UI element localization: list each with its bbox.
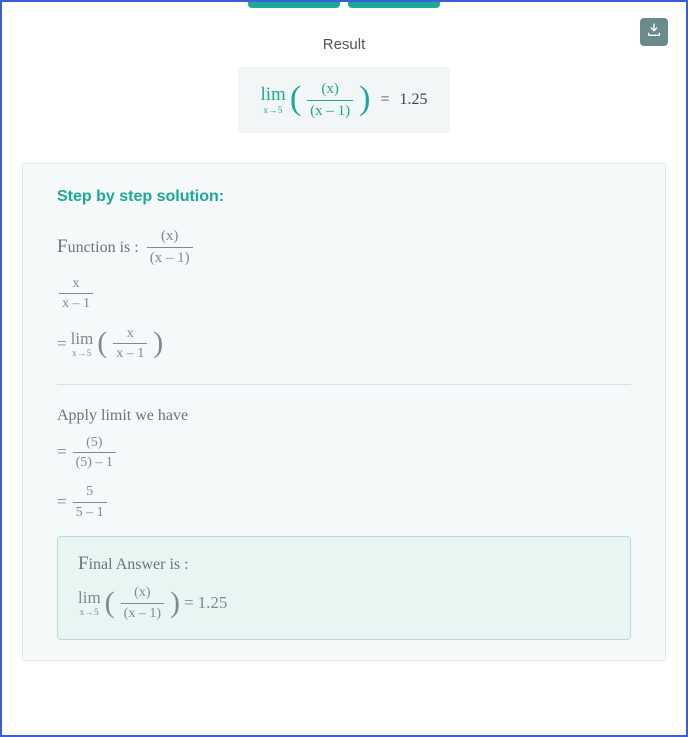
frac-numerator: (x) xyxy=(131,585,153,602)
lim-label: lim xyxy=(71,330,94,347)
paren-close: ) xyxy=(359,87,370,111)
download-button[interactable] xyxy=(640,18,668,46)
result-section: Result lim x→5 ( (x) (x – 1) ) = 1.25 xyxy=(14,36,674,133)
frac-numerator: (x) xyxy=(158,228,182,247)
paren-close: ) xyxy=(170,592,180,613)
lim-subscript: x→5 xyxy=(72,349,92,358)
frac-denominator: x – 1 xyxy=(113,343,147,361)
function-fraction: (x) (x – 1) xyxy=(147,228,193,266)
frac-numerator: (x) xyxy=(318,81,342,100)
result-value: 1.25 xyxy=(400,91,428,109)
step-substitute-5: = (5) (5) – 1 xyxy=(57,435,631,471)
step-simplify: = 5 5 – 1 xyxy=(57,484,631,520)
final-title-rest: inal Answer is : xyxy=(89,556,189,573)
frac-numerator: (5) xyxy=(83,435,105,452)
lim-block: lim x→5 xyxy=(260,85,285,115)
function-label: Function is : xyxy=(57,236,139,258)
frac-numerator: x xyxy=(70,276,83,293)
dropcap-f: F xyxy=(57,236,68,257)
fraction: 5 5 – 1 xyxy=(73,484,107,520)
apply-limit-text: Apply limit we have xyxy=(57,407,631,425)
final-value: 1.25 xyxy=(198,593,228,613)
final-expression: lim x→5 ( (x) (x – 1) ) = 1.25 xyxy=(78,585,610,621)
equals-sign: = xyxy=(184,593,194,613)
equals-sign: = xyxy=(57,334,67,354)
steps-panel: Step by step solution: Function is : (x)… xyxy=(22,163,666,661)
frac-denominator: 5 – 1 xyxy=(73,502,107,520)
fraction: x x – 1 xyxy=(113,326,147,362)
step-limit-expression: = lim x→5 ( x x – 1 ) xyxy=(57,326,631,362)
result-box: lim x→5 ( (x) (x – 1) ) = 1.25 xyxy=(238,67,449,133)
paren-open: ( xyxy=(97,332,107,353)
lim-subscript: x→5 xyxy=(80,608,100,617)
paren-close: ) xyxy=(153,332,163,353)
frac-denominator: x – 1 xyxy=(59,293,93,311)
page-frame: Result lim x→5 ( (x) (x – 1) ) = 1.25 St… xyxy=(0,0,688,737)
paren-open: ( xyxy=(105,592,115,613)
download-icon xyxy=(646,22,662,43)
equals-sign: = xyxy=(380,91,389,109)
lim-label: lim xyxy=(260,85,285,104)
fraction: (5) (5) – 1 xyxy=(73,435,116,471)
frac-denominator: (5) – 1 xyxy=(73,452,116,470)
top-tab-1 xyxy=(248,2,340,8)
fraction: (x) (x – 1) xyxy=(121,585,164,621)
final-answer-box: Final Answer is : lim x→5 ( (x) (x – 1) … xyxy=(57,536,631,640)
frac-denominator: (x – 1) xyxy=(307,100,353,120)
paren-open: ( xyxy=(290,87,301,111)
steps-title: Step by step solution: xyxy=(57,188,631,206)
lim-subscript: x→5 xyxy=(263,106,283,115)
function-is-line: Function is : (x) (x – 1) xyxy=(57,228,631,266)
frac-denominator: (x – 1) xyxy=(147,247,193,267)
divider xyxy=(57,384,631,385)
lim-block: lim x→5 xyxy=(71,330,94,358)
top-tab-strip xyxy=(14,2,674,8)
step-frac-x-over-xminus1: x x – 1 xyxy=(57,276,631,312)
equals-sign: = xyxy=(57,492,67,512)
lim-label: lim xyxy=(78,589,101,606)
function-label-rest: unction is : xyxy=(68,239,139,256)
frac-numerator: 5 xyxy=(83,484,96,501)
result-expression: lim x→5 ( (x) (x – 1) ) = 1.25 xyxy=(260,81,427,119)
lim-block: lim x→5 xyxy=(78,589,101,617)
result-fraction: (x) (x – 1) xyxy=(307,81,353,119)
dropcap-f: F xyxy=(78,553,89,574)
result-title: Result xyxy=(14,36,674,53)
frac-numerator: x xyxy=(124,326,137,343)
top-tab-2 xyxy=(348,2,440,8)
frac-denominator: (x – 1) xyxy=(121,603,164,621)
fraction: x x – 1 xyxy=(59,276,93,312)
equals-sign: = xyxy=(57,442,67,462)
final-answer-title: Final Answer is : xyxy=(78,553,610,575)
